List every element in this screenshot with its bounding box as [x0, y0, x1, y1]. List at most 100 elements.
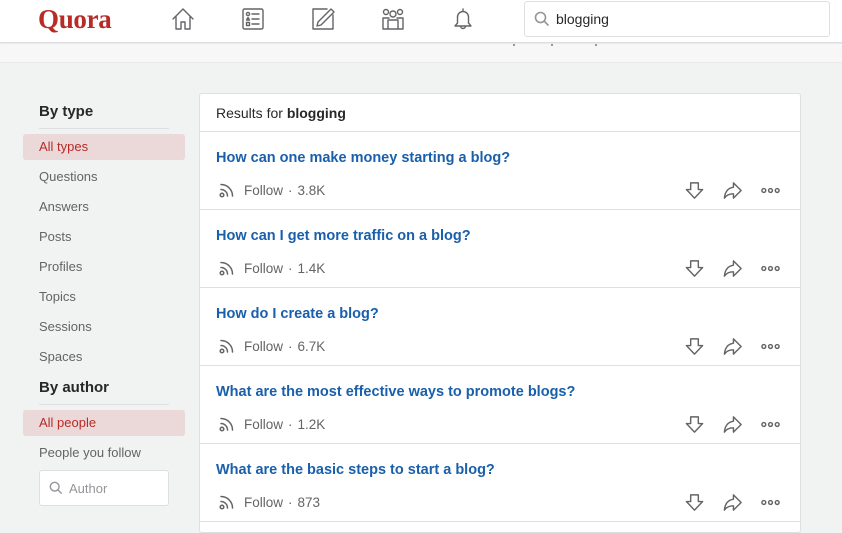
- follow-button[interactable]: Follow: [218, 337, 283, 355]
- result-item: How do I create a blog? Follow · 6.7K: [200, 288, 800, 366]
- result-actions: [668, 256, 782, 280]
- follow-label: Follow: [244, 182, 284, 198]
- results-query: blogging: [286, 105, 346, 121]
- search-box[interactable]: [524, 1, 830, 37]
- follow-label: Follow: [244, 494, 284, 510]
- downvote-button[interactable]: [682, 256, 706, 280]
- question-title-link[interactable]: How do I create a blog?: [216, 306, 379, 322]
- separator: ·: [288, 494, 293, 510]
- downvote-arrow-icon: [685, 259, 703, 277]
- filter-spaces[interactable]: Spaces: [23, 344, 185, 370]
- separator: ·: [288, 182, 293, 198]
- more-options-button[interactable]: [758, 334, 782, 358]
- more-dots-icon: [760, 343, 780, 349]
- more-dots-icon: [760, 265, 780, 271]
- result-meta: Follow · 1.4K: [218, 258, 325, 278]
- follow-button[interactable]: Follow: [218, 493, 283, 511]
- filter-sessions[interactable]: Sessions: [23, 314, 185, 340]
- share-button[interactable]: [720, 412, 744, 436]
- filter-answers[interactable]: Answers: [23, 194, 185, 220]
- downvote-arrow-icon: [685, 181, 703, 199]
- downvote-arrow-icon: [685, 415, 703, 433]
- separator: ·: [288, 260, 293, 276]
- search-input[interactable]: [556, 11, 816, 27]
- result-actions: [668, 334, 782, 358]
- filter-sidebar: By type All types Questions Answers Post…: [23, 96, 185, 506]
- follow-button[interactable]: Follow: [218, 259, 283, 277]
- downvote-button[interactable]: [682, 412, 706, 436]
- follower-count: 1.2K: [297, 416, 326, 432]
- result-item: What are the basic steps to start a blog…: [200, 444, 800, 522]
- question-title-link[interactable]: How can I get more traffic on a blog?: [216, 228, 471, 244]
- result-actions: [668, 178, 782, 202]
- quora-logo[interactable]: Quora: [38, 4, 112, 35]
- share-button[interactable]: [720, 490, 744, 514]
- top-navigation-bar: Quora: [0, 0, 842, 43]
- result-meta: Follow · 6.7K: [218, 336, 325, 356]
- downvote-button[interactable]: [682, 178, 706, 202]
- divider: [39, 404, 169, 405]
- result-item: What are the most effective ways to prom…: [200, 366, 800, 444]
- result-actions: [668, 490, 782, 514]
- downvote-arrow-icon: [685, 493, 703, 511]
- result-meta: Follow · 1.2K: [218, 414, 325, 434]
- home-icon[interactable]: [169, 5, 197, 33]
- results-header: Results for blogging: [200, 94, 800, 132]
- more-options-button[interactable]: [758, 490, 782, 514]
- follower-count: 6.7K: [297, 338, 326, 354]
- follow-label: Follow: [244, 338, 284, 354]
- search-icon: [49, 481, 63, 495]
- answer-list-icon[interactable]: [239, 5, 267, 33]
- share-arrow-icon: [723, 493, 742, 511]
- share-button[interactable]: [720, 256, 744, 280]
- search-icon: [534, 11, 550, 27]
- filter-all-types[interactable]: All types: [23, 134, 185, 160]
- divider: [39, 128, 169, 129]
- filter-topics[interactable]: Topics: [23, 284, 185, 310]
- filter-all-people[interactable]: All people: [23, 410, 185, 436]
- follower-count: 3.8K: [297, 182, 326, 198]
- separator: ·: [288, 416, 293, 432]
- question-title-link[interactable]: How can one make money starting a blog?: [216, 150, 510, 166]
- rss-follow-icon: [219, 495, 234, 510]
- sub-header-bar: [0, 44, 842, 63]
- downvote-arrow-icon: [685, 337, 703, 355]
- follow-button[interactable]: Follow: [218, 181, 283, 199]
- result-meta: Follow · 3.8K: [218, 180, 325, 200]
- follow-label: Follow: [244, 416, 284, 432]
- pencil-icon[interactable]: [309, 5, 337, 33]
- rss-follow-icon: [219, 183, 234, 198]
- people-group-icon[interactable]: [379, 5, 407, 33]
- share-arrow-icon: [723, 259, 742, 277]
- downvote-button[interactable]: [682, 490, 706, 514]
- rss-follow-icon: [219, 339, 234, 354]
- more-options-button[interactable]: [758, 412, 782, 436]
- by-author-heading: By author: [39, 379, 110, 396]
- author-search-box[interactable]: [39, 470, 169, 506]
- rss-follow-icon: [219, 261, 234, 276]
- more-options-button[interactable]: [758, 256, 782, 280]
- by-type-heading: By type: [39, 103, 94, 120]
- search-results-panel: Results for blogging How can one make mo…: [199, 93, 801, 533]
- filter-questions[interactable]: Questions: [23, 164, 185, 190]
- filter-profiles[interactable]: Profiles: [23, 254, 185, 280]
- result-item: How can one make money starting a blog? …: [200, 132, 800, 210]
- follower-count: 1.4K: [297, 260, 326, 276]
- result-item: How can I get more traffic on a blog? Fo…: [200, 210, 800, 288]
- share-button[interactable]: [720, 178, 744, 202]
- follow-label: Follow: [244, 260, 284, 276]
- filter-people-you-follow[interactable]: People you follow: [23, 440, 185, 466]
- follow-button[interactable]: Follow: [218, 415, 283, 433]
- results-prefix: Results for: [216, 105, 283, 121]
- more-options-button[interactable]: [758, 178, 782, 202]
- more-dots-icon: [760, 187, 780, 193]
- share-arrow-icon: [723, 337, 742, 355]
- share-button[interactable]: [720, 334, 744, 358]
- bell-icon[interactable]: [449, 5, 477, 33]
- question-title-link[interactable]: What are the basic steps to start a blog…: [216, 462, 495, 478]
- filter-posts[interactable]: Posts: [23, 224, 185, 250]
- downvote-button[interactable]: [682, 334, 706, 358]
- author-input[interactable]: [69, 480, 159, 496]
- question-title-link[interactable]: What are the most effective ways to prom…: [216, 384, 575, 400]
- result-meta: Follow · 873: [218, 492, 320, 512]
